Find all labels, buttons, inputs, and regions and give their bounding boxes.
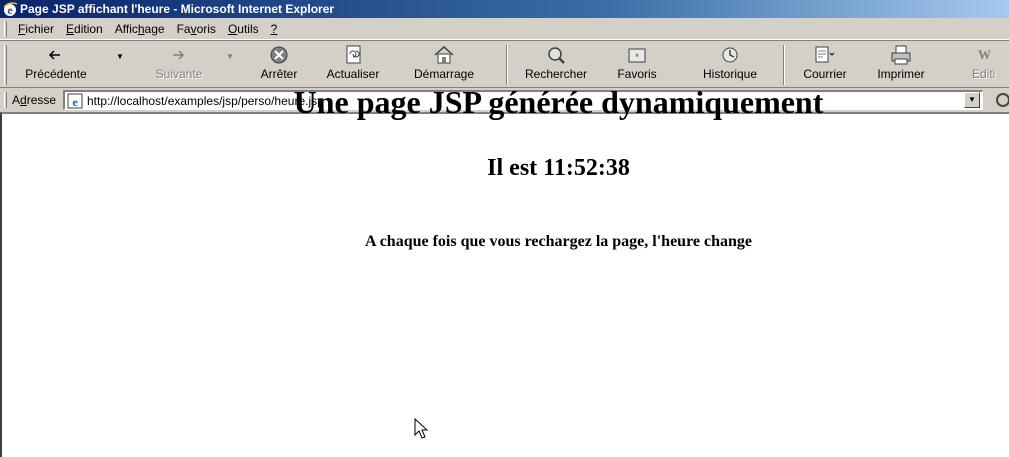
forward-button[interactable]: Suivante: [140, 44, 218, 84]
page-heading: Une page JSP générée dynamiquement: [293, 84, 824, 120]
menu-bar: Fichier Edition Affichage Favoris Outils?: [0, 18, 1009, 40]
mail-label: Courrier: [803, 67, 847, 81]
svg-text:e: e: [7, 3, 13, 17]
mouse-pointer-icon: [414, 418, 429, 439]
toolbar-grip[interactable]: [4, 45, 7, 85]
forward-label: Suivante: [155, 67, 203, 81]
toolbar-separator: [783, 45, 785, 85]
print-label: Imprimer: [877, 67, 925, 81]
menu-item[interactable]: Fichier: [16, 21, 62, 37]
history-label: Historique: [702, 67, 758, 81]
edit-icon: W: [978, 47, 991, 62]
reload-note: A chaque fois que vous rechargez la page…: [365, 233, 752, 250]
forward-dropdown-icon[interactable]: ▼: [226, 53, 234, 61]
mail-icon: [815, 46, 835, 63]
forward-arrow-icon: [173, 50, 185, 60]
window-title: Page JSP affichant l'heure - Microsoft I…: [20, 2, 335, 16]
favorites-folder-icon: *: [628, 48, 646, 63]
mail-button[interactable]: Courrier: [790, 44, 860, 84]
stop-icon: [270, 46, 288, 64]
ie-logo-icon: e: [3, 2, 18, 17]
edit-button[interactable]: W Editi: [972, 44, 1009, 84]
search-button[interactable]: Rechercher: [511, 44, 601, 84]
back-arrow-icon: [48, 50, 60, 60]
history-button[interactable]: Historique: [690, 44, 770, 84]
menu-grip[interactable]: [4, 21, 7, 37]
standard-toolbar: Précédente ▼ Suivante ▼ Arrêter Actualis…: [0, 40, 1009, 88]
window-title-bar[interactable]: e Page JSP affichant l'heure - Microsoft…: [0, 0, 1009, 18]
stop-button[interactable]: Arrêter: [247, 44, 311, 84]
menu-item[interactable]: Edition: [64, 21, 111, 37]
back-dropdown-icon[interactable]: ▼: [116, 53, 124, 61]
menu-item[interactable]: ?: [269, 21, 286, 37]
svg-text:W: W: [978, 47, 991, 62]
menu-item[interactable]: Affichage: [113, 21, 173, 37]
favorites-button[interactable]: * Favoris: [606, 44, 668, 84]
favorites-label: Favoris: [617, 67, 657, 81]
printer-icon: [891, 45, 911, 65]
home-button[interactable]: Démarrage: [390, 44, 498, 84]
history-icon: [722, 47, 738, 63]
time-heading: Il est 11:52:38: [487, 155, 630, 181]
edit-label: Editi: [972, 67, 996, 81]
menu-item[interactable]: Favoris: [175, 21, 224, 37]
stop-label: Arrêter: [260, 67, 298, 81]
toolbar-separator: [506, 45, 508, 85]
svg-text:*: *: [635, 52, 639, 62]
refresh-button[interactable]: Actualiser: [316, 44, 390, 84]
back-button[interactable]: Précédente: [12, 44, 100, 84]
search-label: Rechercher: [524, 67, 588, 81]
home-icon: [434, 45, 454, 64]
back-label: Précédente: [25, 67, 87, 81]
print-button[interactable]: Imprimer: [866, 44, 936, 84]
search-icon: [548, 47, 565, 64]
menu-item[interactable]: Outils: [226, 21, 267, 37]
refresh-icon: [346, 45, 361, 64]
home-label: Démarrage: [413, 67, 475, 81]
refresh-label: Actualiser: [326, 67, 380, 81]
